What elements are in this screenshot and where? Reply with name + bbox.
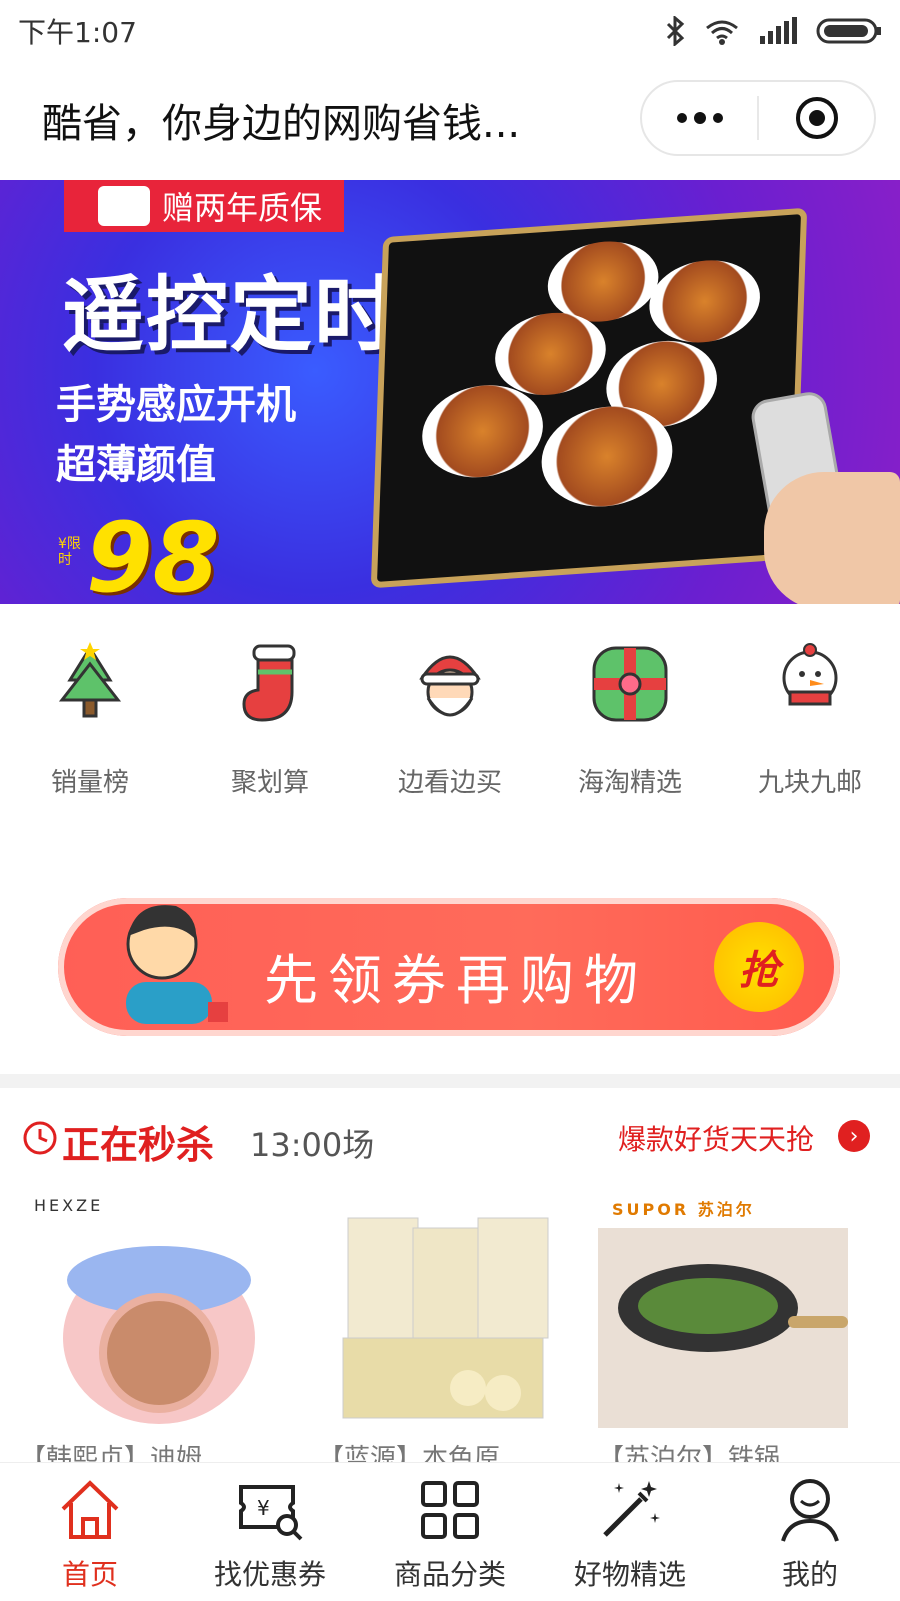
goods-item[interactable]: 【蓝源】本色原: [318, 1188, 568, 1474]
category-item[interactable]: 聚划算: [185, 634, 355, 834]
category-label: 海淘精选: [577, 768, 682, 798]
category-item[interactable]: 销量榜: [5, 634, 175, 834]
man-mascot-icon: [126, 905, 228, 1024]
coupon-search-icon: ¥: [239, 1485, 303, 1541]
goods-item[interactable]: HEXZE 【韩熙贞】迪姆: [20, 1188, 270, 1474]
flash-sale-goods: HEXZE 【韩熙贞】迪姆 【蓝源】本色原 SUPOR 苏泊尔 【苏泊尔】铁锅: [0, 1188, 900, 1474]
more-dots-icon: [676, 112, 723, 124]
page-title: 酷省，你身边的网购省钱...: [42, 101, 521, 147]
more-button[interactable]: [642, 111, 757, 125]
banner-tag-text: 赠两年质保: [162, 189, 323, 227]
banner-headline: 遥控定时: [62, 268, 399, 363]
close-button[interactable]: [759, 95, 874, 141]
mini-program-capsule: [640, 80, 876, 156]
bluetooth-icon: [666, 16, 685, 46]
user-icon: [781, 1479, 839, 1542]
title-bar: 酷省，你身边的网购省钱...: [0, 62, 900, 178]
tmall-logo-icon: [98, 186, 150, 226]
signal-icon: [760, 17, 797, 44]
coupon-banner[interactable]: 先领券再购物 抢: [58, 898, 840, 1036]
tab-label: 我的: [781, 1558, 838, 1591]
status-time: 下午1:07: [18, 16, 137, 49]
tab-featured[interactable]: 好物精选: [540, 1463, 720, 1601]
magic-wand-icon: [603, 1481, 660, 1537]
category-item[interactable]: 边看边买: [365, 634, 535, 834]
svg-text:¥: ¥: [257, 1496, 270, 1520]
category-item[interactable]: 九块九邮: [725, 634, 895, 834]
gift-box-icon: [592, 646, 668, 722]
tab-label: 商品分类: [393, 1558, 506, 1591]
category-label: 九块九邮: [757, 768, 862, 798]
cushion-compact-image: [63, 1246, 255, 1424]
hand-image: [764, 472, 900, 604]
warming-tray-image: [370, 207, 808, 589]
tab-home[interactable]: 首页: [0, 1463, 180, 1601]
flash-sale-more-link[interactable]: 爆款好货天天抢: [618, 1118, 814, 1158]
banner-line2: 超薄颜值: [56, 442, 216, 488]
category-item[interactable]: 海淘精选: [545, 634, 715, 834]
tab-coupons[interactable]: ¥ 找优惠券: [180, 1463, 360, 1601]
banner-price: 98: [86, 502, 220, 604]
grab-button[interactable]: 抢: [714, 922, 804, 1012]
category-label: 销量榜: [50, 768, 129, 798]
category-label: 聚划算: [230, 768, 309, 798]
flash-sale-title: 正在秒杀: [62, 1123, 215, 1167]
tab-label: 首页: [61, 1558, 118, 1591]
tab-label: 好物精选: [573, 1558, 686, 1591]
banner-tag: 赠两年质保: [64, 180, 344, 232]
christmas-tree-icon: [58, 642, 122, 718]
grid-icon: [421, 1481, 479, 1539]
tab-label: 找优惠券: [213, 1558, 326, 1591]
promo-banner[interactable]: 赠两年质保 遥控定时 手势感应开机 超薄颜值 ¥限时 98: [0, 180, 900, 604]
flash-sale-time: 13:00场: [250, 1126, 375, 1164]
target-icon: [795, 97, 838, 139]
wifi-icon: [706, 20, 738, 45]
status-bar: 下午1:07: [0, 0, 900, 62]
tab-profile[interactable]: 我的: [720, 1463, 900, 1601]
goods-brand: SUPOR 苏泊尔: [612, 1200, 755, 1219]
category-row: 销量榜 聚划算 边看边买 海淘精选 九块九邮: [0, 634, 900, 834]
tab-bar: 首页 ¥ 找优惠券 商品分类 好物精选 我的: [0, 1462, 900, 1601]
banner-line1: 手势感应开机: [56, 382, 296, 428]
tab-categories[interactable]: 商品分类: [360, 1463, 540, 1601]
clock-icon: [23, 1121, 57, 1155]
goods-brand: HEXZE: [34, 1196, 104, 1215]
battery-icon: [816, 18, 881, 44]
flash-sale-header: 正在秒杀 13:00场 爆款好货天天抢 ›: [0, 1088, 900, 1188]
category-label: 边看边买: [397, 768, 502, 798]
stocking-icon: [242, 644, 296, 722]
status-icons: [664, 16, 882, 46]
goods-item[interactable]: SUPOR 苏泊尔 【苏泊尔】铁锅: [598, 1188, 848, 1474]
coupon-banner-text: 先领券再购物: [264, 949, 648, 1012]
chevron-right-icon[interactable]: ›: [838, 1120, 870, 1152]
wok-image: [598, 1228, 848, 1428]
snowman-icon: [782, 643, 838, 706]
home-icon: [61, 1480, 119, 1539]
banner-price-side: ¥限时: [58, 536, 81, 568]
santa-icon: [419, 655, 481, 717]
section-divider: [0, 1074, 900, 1088]
tissue-pack-image: [342, 1217, 549, 1419]
